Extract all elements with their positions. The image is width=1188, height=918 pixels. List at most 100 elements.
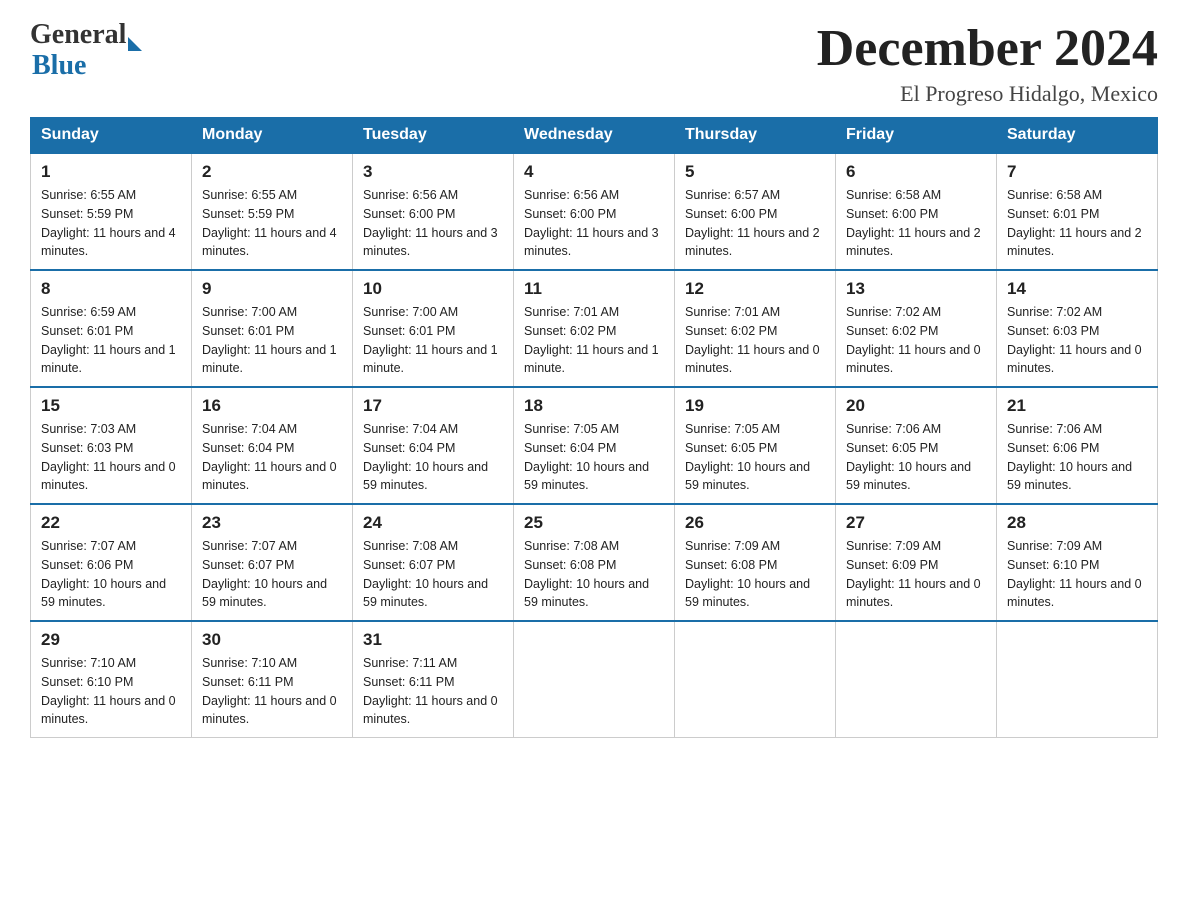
page-title: December 2024 bbox=[817, 20, 1158, 77]
day-info: Sunrise: 7:03 AMSunset: 6:03 PMDaylight:… bbox=[41, 420, 181, 495]
day-number: 1 bbox=[41, 162, 181, 182]
logo-blue-text: Blue bbox=[32, 51, 142, 82]
calendar-cell: 17 Sunrise: 7:04 AMSunset: 6:04 PMDaylig… bbox=[353, 387, 514, 504]
calendar-cell: 13 Sunrise: 7:02 AMSunset: 6:02 PMDaylig… bbox=[836, 270, 997, 387]
calendar-cell: 11 Sunrise: 7:01 AMSunset: 6:02 PMDaylig… bbox=[514, 270, 675, 387]
day-number: 30 bbox=[202, 630, 342, 650]
day-number: 4 bbox=[524, 162, 664, 182]
calendar-cell: 2 Sunrise: 6:55 AMSunset: 5:59 PMDayligh… bbox=[192, 153, 353, 270]
day-number: 6 bbox=[846, 162, 986, 182]
day-number: 13 bbox=[846, 279, 986, 299]
day-number: 18 bbox=[524, 396, 664, 416]
day-info: Sunrise: 6:58 AMSunset: 6:01 PMDaylight:… bbox=[1007, 186, 1147, 261]
calendar-cell: 14 Sunrise: 7:02 AMSunset: 6:03 PMDaylig… bbox=[997, 270, 1158, 387]
day-info: Sunrise: 7:06 AMSunset: 6:05 PMDaylight:… bbox=[846, 420, 986, 495]
calendar-cell: 1 Sunrise: 6:55 AMSunset: 5:59 PMDayligh… bbox=[31, 153, 192, 270]
day-number: 2 bbox=[202, 162, 342, 182]
day-info: Sunrise: 6:57 AMSunset: 6:00 PMDaylight:… bbox=[685, 186, 825, 261]
col-header-tuesday: Tuesday bbox=[353, 118, 514, 154]
day-info: Sunrise: 7:02 AMSunset: 6:03 PMDaylight:… bbox=[1007, 303, 1147, 378]
calendar-cell: 15 Sunrise: 7:03 AMSunset: 6:03 PMDaylig… bbox=[31, 387, 192, 504]
calendar-cell: 24 Sunrise: 7:08 AMSunset: 6:07 PMDaylig… bbox=[353, 504, 514, 621]
day-number: 31 bbox=[363, 630, 503, 650]
day-info: Sunrise: 6:56 AMSunset: 6:00 PMDaylight:… bbox=[363, 186, 503, 261]
day-number: 21 bbox=[1007, 396, 1147, 416]
day-number: 11 bbox=[524, 279, 664, 299]
week-row-1: 1 Sunrise: 6:55 AMSunset: 5:59 PMDayligh… bbox=[31, 153, 1158, 270]
day-number: 12 bbox=[685, 279, 825, 299]
day-info: Sunrise: 6:58 AMSunset: 6:00 PMDaylight:… bbox=[846, 186, 986, 261]
week-row-5: 29 Sunrise: 7:10 AMSunset: 6:10 PMDaylig… bbox=[31, 621, 1158, 738]
day-info: Sunrise: 7:07 AMSunset: 6:07 PMDaylight:… bbox=[202, 537, 342, 612]
day-info: Sunrise: 7:01 AMSunset: 6:02 PMDaylight:… bbox=[685, 303, 825, 378]
week-row-4: 22 Sunrise: 7:07 AMSunset: 6:06 PMDaylig… bbox=[31, 504, 1158, 621]
calendar-cell: 22 Sunrise: 7:07 AMSunset: 6:06 PMDaylig… bbox=[31, 504, 192, 621]
day-info: Sunrise: 7:09 AMSunset: 6:09 PMDaylight:… bbox=[846, 537, 986, 612]
calendar-cell bbox=[514, 621, 675, 738]
calendar-table: SundayMondayTuesdayWednesdayThursdayFrid… bbox=[30, 117, 1158, 738]
calendar-cell bbox=[997, 621, 1158, 738]
day-number: 9 bbox=[202, 279, 342, 299]
day-number: 10 bbox=[363, 279, 503, 299]
calendar-cell: 6 Sunrise: 6:58 AMSunset: 6:00 PMDayligh… bbox=[836, 153, 997, 270]
day-number: 3 bbox=[363, 162, 503, 182]
page-subtitle: El Progreso Hidalgo, Mexico bbox=[817, 81, 1158, 107]
calendar-cell: 21 Sunrise: 7:06 AMSunset: 6:06 PMDaylig… bbox=[997, 387, 1158, 504]
day-info: Sunrise: 7:10 AMSunset: 6:10 PMDaylight:… bbox=[41, 654, 181, 729]
day-info: Sunrise: 7:01 AMSunset: 6:02 PMDaylight:… bbox=[524, 303, 664, 378]
calendar-cell: 25 Sunrise: 7:08 AMSunset: 6:08 PMDaylig… bbox=[514, 504, 675, 621]
day-number: 29 bbox=[41, 630, 181, 650]
calendar-cell: 31 Sunrise: 7:11 AMSunset: 6:11 PMDaylig… bbox=[353, 621, 514, 738]
calendar-cell: 5 Sunrise: 6:57 AMSunset: 6:00 PMDayligh… bbox=[675, 153, 836, 270]
day-number: 22 bbox=[41, 513, 181, 533]
day-number: 17 bbox=[363, 396, 503, 416]
calendar-cell: 20 Sunrise: 7:06 AMSunset: 6:05 PMDaylig… bbox=[836, 387, 997, 504]
day-number: 5 bbox=[685, 162, 825, 182]
day-number: 24 bbox=[363, 513, 503, 533]
day-info: Sunrise: 6:56 AMSunset: 6:00 PMDaylight:… bbox=[524, 186, 664, 261]
day-info: Sunrise: 7:07 AMSunset: 6:06 PMDaylight:… bbox=[41, 537, 181, 612]
day-number: 25 bbox=[524, 513, 664, 533]
logo-arrow-icon bbox=[128, 37, 142, 51]
col-header-sunday: Sunday bbox=[31, 118, 192, 154]
day-info: Sunrise: 7:00 AMSunset: 6:01 PMDaylight:… bbox=[202, 303, 342, 378]
col-header-saturday: Saturday bbox=[997, 118, 1158, 154]
calendar-cell: 28 Sunrise: 7:09 AMSunset: 6:10 PMDaylig… bbox=[997, 504, 1158, 621]
header: General Blue December 2024 El Progreso H… bbox=[30, 20, 1158, 107]
day-number: 19 bbox=[685, 396, 825, 416]
calendar-cell: 8 Sunrise: 6:59 AMSunset: 6:01 PMDayligh… bbox=[31, 270, 192, 387]
day-info: Sunrise: 7:00 AMSunset: 6:01 PMDaylight:… bbox=[363, 303, 503, 378]
calendar-cell: 29 Sunrise: 7:10 AMSunset: 6:10 PMDaylig… bbox=[31, 621, 192, 738]
calendar-cell bbox=[836, 621, 997, 738]
day-number: 8 bbox=[41, 279, 181, 299]
day-info: Sunrise: 7:09 AMSunset: 6:10 PMDaylight:… bbox=[1007, 537, 1147, 612]
day-number: 23 bbox=[202, 513, 342, 533]
day-number: 26 bbox=[685, 513, 825, 533]
calendar-cell: 30 Sunrise: 7:10 AMSunset: 6:11 PMDaylig… bbox=[192, 621, 353, 738]
day-info: Sunrise: 7:05 AMSunset: 6:04 PMDaylight:… bbox=[524, 420, 664, 495]
day-info: Sunrise: 7:02 AMSunset: 6:02 PMDaylight:… bbox=[846, 303, 986, 378]
calendar-cell: 26 Sunrise: 7:09 AMSunset: 6:08 PMDaylig… bbox=[675, 504, 836, 621]
calendar-cell: 3 Sunrise: 6:56 AMSunset: 6:00 PMDayligh… bbox=[353, 153, 514, 270]
col-header-friday: Friday bbox=[836, 118, 997, 154]
day-info: Sunrise: 7:08 AMSunset: 6:07 PMDaylight:… bbox=[363, 537, 503, 612]
day-number: 14 bbox=[1007, 279, 1147, 299]
col-header-monday: Monday bbox=[192, 118, 353, 154]
day-info: Sunrise: 7:10 AMSunset: 6:11 PMDaylight:… bbox=[202, 654, 342, 729]
calendar-header-row: SundayMondayTuesdayWednesdayThursdayFrid… bbox=[31, 118, 1158, 154]
day-number: 15 bbox=[41, 396, 181, 416]
col-header-thursday: Thursday bbox=[675, 118, 836, 154]
day-number: 27 bbox=[846, 513, 986, 533]
day-info: Sunrise: 7:04 AMSunset: 6:04 PMDaylight:… bbox=[363, 420, 503, 495]
calendar-cell: 10 Sunrise: 7:00 AMSunset: 6:01 PMDaylig… bbox=[353, 270, 514, 387]
day-info: Sunrise: 6:55 AMSunset: 5:59 PMDaylight:… bbox=[202, 186, 342, 261]
calendar-cell: 18 Sunrise: 7:05 AMSunset: 6:04 PMDaylig… bbox=[514, 387, 675, 504]
calendar-cell: 16 Sunrise: 7:04 AMSunset: 6:04 PMDaylig… bbox=[192, 387, 353, 504]
day-info: Sunrise: 7:09 AMSunset: 6:08 PMDaylight:… bbox=[685, 537, 825, 612]
title-block: December 2024 El Progreso Hidalgo, Mexic… bbox=[817, 20, 1158, 107]
day-info: Sunrise: 6:59 AMSunset: 6:01 PMDaylight:… bbox=[41, 303, 181, 378]
day-number: 20 bbox=[846, 396, 986, 416]
week-row-2: 8 Sunrise: 6:59 AMSunset: 6:01 PMDayligh… bbox=[31, 270, 1158, 387]
calendar-cell: 23 Sunrise: 7:07 AMSunset: 6:07 PMDaylig… bbox=[192, 504, 353, 621]
calendar-cell: 4 Sunrise: 6:56 AMSunset: 6:00 PMDayligh… bbox=[514, 153, 675, 270]
